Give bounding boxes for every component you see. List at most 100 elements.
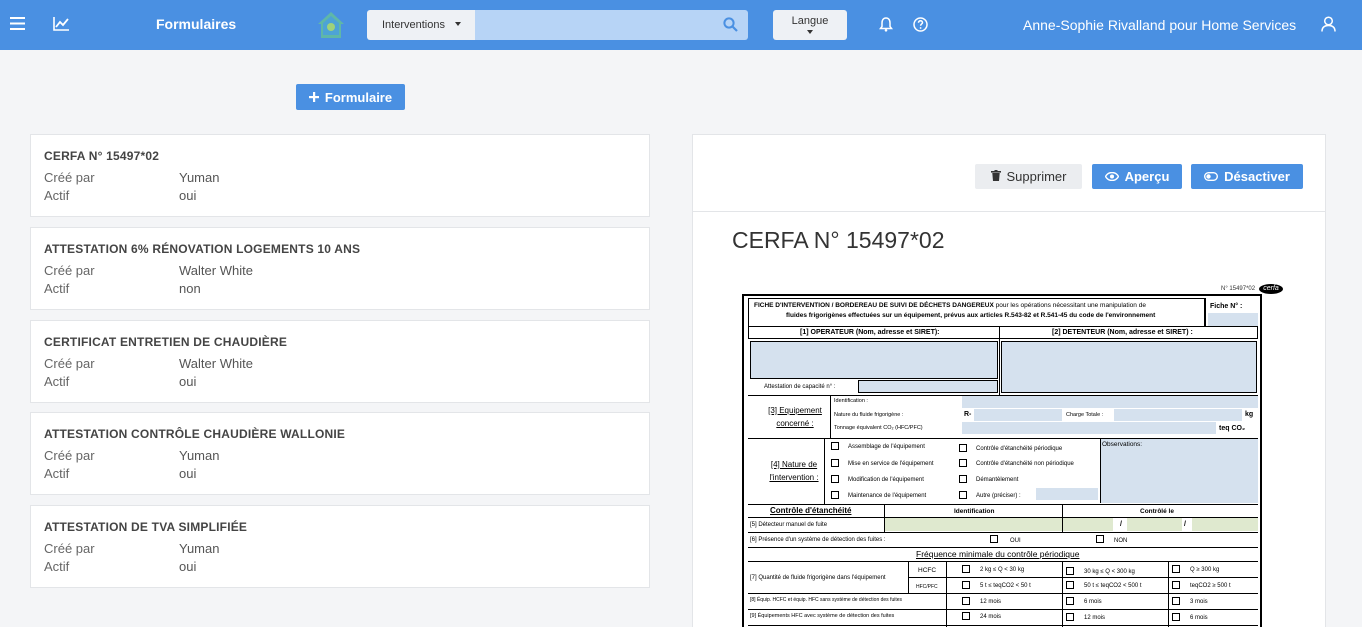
form-card[interactable]: CERFA N° 15497*02 Créé par Yuman Actif o…: [30, 134, 650, 217]
frequency-checkbox[interactable]: [1066, 597, 1074, 605]
threshold-checkbox[interactable]: [1066, 581, 1074, 589]
add-form-label: Formulaire: [324, 89, 393, 105]
intervention-checkbox[interactable]: [831, 459, 839, 467]
holder-field[interactable]: [1001, 341, 1257, 393]
menu-icon[interactable]: [10, 17, 25, 35]
intervention-checkbox[interactable]: [959, 491, 967, 499]
threshold-checkbox[interactable]: [962, 581, 970, 589]
detector-date-field[interactable]: [1127, 518, 1182, 531]
frequency-value: 3 mois: [1190, 599, 1208, 605]
intervention-checkbox[interactable]: [959, 459, 967, 467]
identification-field[interactable]: [962, 396, 1258, 408]
detection-no-label: NON: [1114, 538, 1128, 544]
form-card[interactable]: ATTESTATION 6% RÉNOVATION LOGEMENTS 10 A…: [30, 227, 650, 310]
date-separator: /: [1184, 521, 1186, 528]
toggle-icon: [1204, 169, 1219, 184]
bell-icon[interactable]: [879, 17, 893, 37]
intervention-checkbox[interactable]: [959, 444, 967, 452]
threshold-checkbox[interactable]: [1172, 581, 1180, 589]
created-by-label: Créé par: [44, 170, 95, 185]
threshold-checkbox[interactable]: [962, 565, 970, 573]
search-category-dropdown[interactable]: Interventions: [367, 10, 475, 40]
hcfc-label: HCFC: [918, 567, 937, 574]
fluid-field[interactable]: [974, 409, 1062, 421]
fluid-prefix: R-: [964, 411, 972, 418]
preview-button[interactable]: Aperçu: [1092, 164, 1182, 189]
intervention-checkbox[interactable]: [959, 475, 967, 483]
preview-label: Aperçu: [1124, 169, 1170, 184]
intervention-option: Modification de l'équipement: [848, 477, 924, 483]
frequency-checkbox[interactable]: [1172, 613, 1180, 621]
frequency-label: Fréquence minimale du contrôle périodiqu…: [916, 549, 1080, 559]
help-icon[interactable]: [913, 17, 928, 37]
form-card[interactable]: ATTESTATION CONTRÔLE CHAUDIÈRE WALLONIE …: [30, 412, 650, 495]
app-logo-icon[interactable]: [316, 10, 346, 40]
frequency-checkbox[interactable]: [962, 597, 970, 605]
user-name[interactable]: Anne-Sophie Rivalland pour Home Services: [1023, 17, 1296, 33]
intervention-option: Maintenance de l'équipement: [848, 493, 927, 499]
search-input[interactable]: [475, 10, 748, 40]
chart-icon[interactable]: [53, 17, 69, 36]
frequency-checkbox[interactable]: [1172, 597, 1180, 605]
form-card[interactable]: ATTESTATION DE TVA SIMPLIFIÉE Créé par Y…: [30, 505, 650, 588]
threshold-checkbox[interactable]: [1172, 565, 1180, 573]
delete-label: Supprimer: [1006, 169, 1067, 184]
search-icon[interactable]: [723, 17, 738, 37]
created-by-value: Yuman: [179, 541, 220, 556]
intervention-checkbox[interactable]: [831, 475, 839, 483]
threshold-label: 5 t ≤ teqCO2 < 50 t: [980, 583, 1031, 589]
form-card[interactable]: CERTIFICAT ENTRETIEN DE CHAUDIÈRE Créé p…: [30, 320, 650, 403]
active-value: non: [179, 281, 201, 296]
fiche-number-field[interactable]: [1208, 313, 1258, 326]
active-value: oui: [179, 374, 197, 389]
capacity-label: Attestation de capacité n° :: [764, 384, 836, 390]
trash-icon: [990, 169, 1001, 184]
frequency-checkbox[interactable]: [962, 612, 970, 620]
panel-divider: [693, 211, 1325, 212]
language-label: Langue: [791, 15, 829, 27]
operator-field[interactable]: [750, 341, 998, 379]
identification-column: Identification: [954, 508, 995, 515]
detector-label: [5] Détecteur manuel de fuite: [750, 522, 828, 528]
active-value: oui: [179, 559, 197, 574]
detector-date-field[interactable]: [1192, 518, 1258, 531]
date-separator: /: [1120, 521, 1122, 528]
intervention-option: Démantèlement: [976, 477, 1019, 483]
caret-down-icon: [807, 30, 813, 34]
tonnage-field[interactable]: [962, 422, 1216, 434]
row9-label: [9] Équipements HFC avec système de déte…: [750, 613, 895, 619]
frequency-value: 6 mois: [1084, 599, 1102, 605]
form-heading-line2: fluides frigorigènes effectuées sur un é…: [786, 312, 1156, 319]
frequency-checkbox[interactable]: [1066, 613, 1074, 621]
detector-date-field[interactable]: [1063, 518, 1113, 531]
capacity-field[interactable]: [858, 380, 998, 393]
user-icon[interactable]: [1321, 16, 1336, 37]
charge-unit: kg: [1245, 411, 1254, 418]
delete-button[interactable]: Supprimer: [975, 164, 1082, 189]
detection-yes-checkbox[interactable]: [990, 535, 998, 543]
active-value: oui: [179, 466, 197, 481]
deactivate-button[interactable]: Désactiver: [1191, 164, 1303, 189]
cerfa-logo: cerfa: [1259, 284, 1283, 294]
intervention-checkbox[interactable]: [831, 491, 839, 499]
created-by-value: Yuman: [179, 170, 220, 185]
intervention-option: Assemblage de l'équipement: [848, 444, 925, 450]
intervention-option: Autre (préciser) :: [976, 493, 1021, 499]
threshold-checkbox[interactable]: [1066, 567, 1074, 575]
fluid-label: Nature du fluide frigorigène :: [834, 412, 904, 418]
threshold-label: 2 kg ≤ Q < 30 kg: [980, 567, 1025, 573]
page-title: Formulaires: [156, 16, 237, 32]
detection-no-checkbox[interactable]: [1096, 535, 1104, 543]
language-dropdown[interactable]: Langue: [773, 10, 847, 40]
created-by-value: Walter White: [179, 263, 253, 278]
form-card-title: CERFA N° 15497*02: [44, 149, 160, 163]
detector-identification-field[interactable]: [885, 518, 1062, 531]
other-field[interactable]: [1036, 488, 1098, 500]
intervention-checkbox[interactable]: [831, 442, 839, 450]
eye-icon: [1104, 169, 1119, 184]
add-form-button[interactable]: Formulaire: [296, 84, 405, 110]
charge-field[interactable]: [1114, 409, 1242, 421]
active-label: Actif: [44, 374, 70, 389]
charge-label: Charge Totale :: [1066, 412, 1104, 418]
threshold-label: 30 kg ≤ Q < 300 kg: [1084, 569, 1135, 575]
